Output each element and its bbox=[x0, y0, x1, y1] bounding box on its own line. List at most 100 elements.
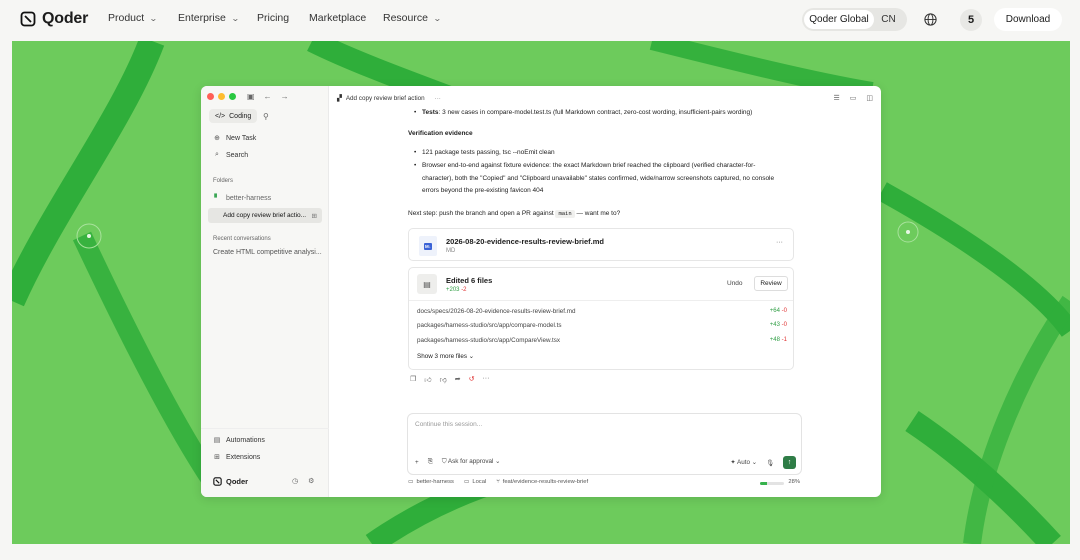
file-row[interactable]: docs/specs/2026-08-20-evidence-results-r… bbox=[417, 308, 787, 315]
edited-files-stats: +203 -2 bbox=[446, 287, 467, 293]
more-horizontal-icon[interactable]: ··· bbox=[776, 239, 783, 246]
sidebar: ▣ ← → </> Coding ⚲ ⊕ New Task ⌕ Search Fol… bbox=[201, 86, 329, 497]
review-button[interactable]: Review bbox=[754, 276, 788, 291]
folder-item[interactable]: ▘ better-harness bbox=[213, 194, 271, 203]
chevron-down-icon: ⌄ bbox=[751, 459, 757, 466]
file-row[interactable]: packages/harness-studio/src/app/compare-… bbox=[417, 322, 787, 329]
chevron-down-icon: ⌄ bbox=[495, 458, 501, 465]
top-nav: Qoder Product ⌄ Enterprise ⌄ Pricing Marke… bbox=[0, 0, 1080, 40]
window-controls bbox=[207, 93, 236, 100]
chevron-down-icon: ⌄ bbox=[432, 13, 442, 23]
sidebar-toggle-icon[interactable]: ▣ bbox=[247, 92, 255, 101]
composer-input[interactable]: Continue this session... bbox=[415, 421, 482, 428]
conversation-tab[interactable]: ▞ Add copy review brief action ··· bbox=[337, 95, 441, 102]
branch-code: main bbox=[555, 210, 575, 218]
recent-conversations-heading: Recent conversations bbox=[213, 236, 271, 242]
sidebar-brand: Qoder bbox=[213, 477, 248, 486]
gear-icon[interactable]: ⚙ bbox=[308, 477, 314, 485]
chevron-down-icon: ⌄ bbox=[468, 353, 475, 360]
plus-icon[interactable]: + bbox=[415, 459, 419, 466]
mode-coding-chip[interactable]: </> Coding bbox=[209, 109, 258, 123]
nav-item-enterprise[interactable]: Enterprise ⌄ bbox=[178, 12, 240, 24]
context-progress-fill bbox=[760, 482, 767, 485]
files-icon: ▤ bbox=[417, 274, 437, 294]
sidebar-item-automations[interactable]: ▤ Automations bbox=[213, 436, 265, 445]
monitor-icon: ▭ bbox=[463, 479, 470, 485]
file-name: 2026-08-20-evidence-results-review-brief… bbox=[446, 237, 604, 246]
forward-arrow-icon[interactable]: → bbox=[281, 92, 289, 101]
file-attachment-card[interactable]: M↓ 2026-08-20-evidence-results-review-br… bbox=[408, 228, 794, 261]
terminal-panel-icon[interactable]: ▭ bbox=[850, 94, 857, 102]
nav-item-pricing[interactable]: Pricing bbox=[257, 12, 289, 24]
status-folder[interactable]: ▭ better-harness bbox=[408, 479, 454, 485]
model-selector[interactable]: ✦ Auto ⌄ bbox=[730, 459, 757, 466]
context-progress-bar bbox=[760, 482, 784, 485]
attach-icon[interactable]: ⎘ bbox=[428, 458, 433, 466]
close-window-icon[interactable] bbox=[207, 93, 214, 100]
minimize-window-icon[interactable] bbox=[218, 93, 225, 100]
quest-mode-icon[interactable]: ⚲ bbox=[263, 112, 269, 121]
sidebar-item-new-task[interactable]: ⊕ New Task bbox=[213, 134, 256, 143]
automation-icon: ▤ bbox=[213, 437, 221, 444]
thumbs-down-icon[interactable]: 👎︎ bbox=[440, 375, 447, 384]
status-branch[interactable]: ⑂ feat/evidence-results-review-brief bbox=[496, 479, 588, 485]
sidebar-divider bbox=[201, 428, 329, 429]
file-type: MD bbox=[446, 248, 456, 254]
checklist-icon[interactable]: ☰ bbox=[833, 94, 839, 102]
app-window: ▣ ← → </> Coding ⚲ ⊕ New Task ⌕ Search Fol… bbox=[201, 86, 881, 497]
git-branch-icon: ⑂ bbox=[496, 479, 500, 485]
composer-right-tools: ✦ Auto ⌄ 🎙︎ ↑ bbox=[730, 456, 796, 469]
message-composer[interactable]: Continue this session... + ⎘ ⛉ Ask for a… bbox=[407, 413, 802, 475]
shield-icon: ⛉ bbox=[441, 458, 447, 465]
brand-name: Qoder bbox=[42, 10, 89, 27]
edited-files-card: ▤ Edited 6 files +203 -2 Undo Review doc… bbox=[408, 267, 794, 370]
search-icon: ⌕ bbox=[215, 151, 219, 158]
folders-heading: Folders bbox=[213, 178, 234, 184]
undo-button[interactable]: Undo bbox=[727, 280, 743, 287]
sidebar-item-search[interactable]: ⌕ Search bbox=[213, 151, 248, 159]
sparkle-icon: ✦ bbox=[730, 459, 736, 466]
evidence-bullet-2: Browser end-to-end against fixture evide… bbox=[422, 162, 775, 194]
thumbs-up-icon[interactable]: 👍︎ bbox=[424, 375, 431, 384]
more-horizontal-icon[interactable]: ··· bbox=[482, 375, 489, 384]
region-toggle: Qoder Global CN bbox=[802, 8, 907, 31]
show-more-files-button[interactable]: Show 3 more files ⌄ bbox=[417, 353, 474, 360]
globe-icon[interactable] bbox=[923, 12, 938, 27]
extensions-icon: ⊞ bbox=[214, 454, 220, 461]
history-icon[interactable]: ◷ bbox=[292, 477, 298, 485]
back-arrow-icon[interactable]: ← bbox=[264, 92, 272, 101]
notification-badge[interactable]: 5 bbox=[960, 9, 982, 31]
brand-logo[interactable]: Qoder bbox=[20, 10, 88, 28]
chevron-down-icon: ⌄ bbox=[149, 13, 158, 23]
revert-icon[interactable]: ↺ bbox=[469, 375, 475, 384]
nav-item-marketplace[interactable]: Marketplace bbox=[309, 12, 366, 24]
nav-item-resource[interactable]: Resource ⌄ bbox=[383, 12, 442, 24]
side-panel-icon[interactable]: ◫ bbox=[866, 94, 873, 102]
status-bar: ▭ better-harness ▭ Local ⑂ feat/evidence-re… bbox=[408, 479, 800, 485]
recent-conversation-item[interactable]: Create HTML competitive analysi... bbox=[213, 249, 322, 256]
more-horizontal-icon[interactable]: ··· bbox=[435, 95, 441, 102]
region-cn-option[interactable]: CN bbox=[874, 10, 903, 29]
thread-menu-icon[interactable]: ⊞ bbox=[312, 212, 317, 220]
download-button[interactable]: Download bbox=[994, 8, 1062, 31]
approval-selector[interactable]: ⛉ Ask for approval ⌄ bbox=[442, 458, 501, 466]
composer-left-tools: + ⎘ ⛉ Ask for approval ⌄ bbox=[415, 458, 500, 466]
microphone-icon[interactable]: 🎙︎ bbox=[766, 459, 774, 467]
status-environment[interactable]: ▭ Local bbox=[464, 479, 486, 485]
share-icon[interactable]: ➦ bbox=[455, 375, 461, 384]
sidebar-item-extensions[interactable]: ⊞ Extensions bbox=[213, 453, 260, 462]
message-actions: ❐ 👍︎ 👎︎ ➦ ↺ ··· bbox=[410, 375, 489, 384]
code-icon: </> bbox=[215, 112, 226, 120]
sidebar-toolbar: ▣ ← → bbox=[247, 92, 289, 101]
copy-icon[interactable]: ❐ bbox=[410, 375, 416, 384]
verification-heading: Verification evidence bbox=[408, 130, 473, 137]
evidence-bullet-1: 121 package tests passing, tsc --noEmit … bbox=[422, 149, 555, 156]
send-button[interactable]: ↑ bbox=[783, 456, 796, 469]
file-row[interactable]: packages/harness-studio/src/app/CompareV… bbox=[417, 337, 787, 344]
sidebar-item-active-thread[interactable]: Add copy review brief actio... ⊞ bbox=[208, 208, 322, 223]
region-global-option[interactable]: Qoder Global bbox=[804, 10, 874, 29]
maximize-window-icon[interactable] bbox=[229, 93, 236, 100]
folder-icon: ▭ bbox=[408, 479, 414, 485]
nav-item-product[interactable]: Product ⌄ bbox=[108, 12, 158, 24]
panel-toolbar: ☰ ▭ ◫ bbox=[833, 94, 873, 102]
